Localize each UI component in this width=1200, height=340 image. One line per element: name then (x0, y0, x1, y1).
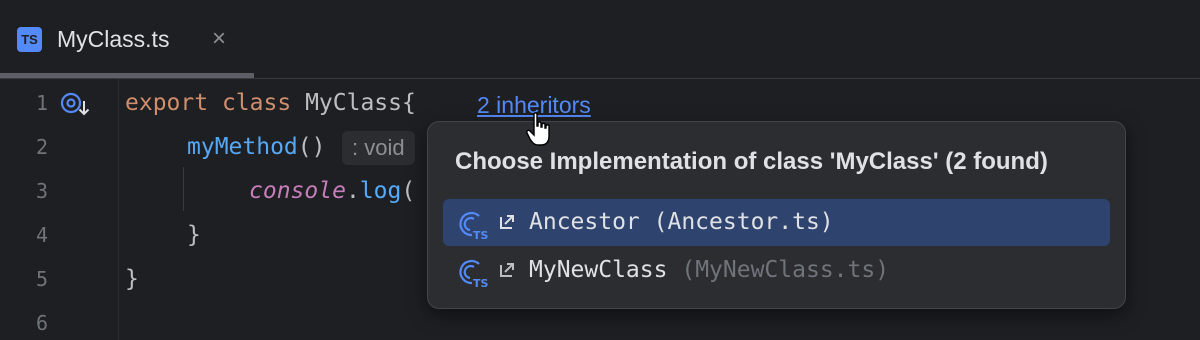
console-identifier: console (249, 178, 346, 204)
method-parens: () (297, 134, 326, 160)
indent-guide (183, 167, 184, 211)
type-hint: : void (342, 131, 415, 165)
implementation-file: (MyNewClass.ts) (681, 257, 890, 283)
line-number: 3 (35, 179, 48, 203)
paren: ( (401, 178, 416, 204)
typescript-file-icon: TS (17, 27, 42, 52)
code-line-3: console.log( (249, 176, 415, 206)
tab-title: MyClass.ts (57, 26, 170, 52)
code-line-4: } (187, 220, 201, 250)
implementation-name: Ancestor (Ancestor.ts) (529, 209, 834, 235)
keyword-export: export (125, 90, 209, 116)
line-number: 4 (35, 223, 48, 247)
implementation-file: (Ancestor.ts) (653, 209, 834, 235)
active-tab-indicator (0, 73, 254, 78)
ts-class-icon: TS (459, 211, 489, 240)
line-number: 6 (35, 311, 48, 335)
choose-implementation-popup: Choose Implementation of class 'MyClass'… (427, 121, 1126, 309)
line-number: 1 (35, 91, 48, 115)
dot: . (345, 178, 360, 204)
popup-title: Choose Implementation of class 'MyClass'… (455, 148, 1048, 175)
close-icon[interactable]: × (212, 24, 226, 54)
gutter-separator (118, 79, 119, 340)
method-name: myMethod (187, 134, 298, 160)
implementation-item-mynewclass[interactable]: TS MyNewClass (MyNewClass.ts) (443, 247, 1110, 294)
editor-tab-bar: TS MyClass.ts × (0, 0, 1200, 79)
code-line-5: } (125, 264, 139, 294)
svg-text:TS: TS (473, 229, 489, 240)
svg-text:TS: TS (473, 277, 489, 288)
line-number: 5 (35, 267, 48, 291)
arrow-up-right-icon (500, 263, 514, 277)
implementation-item-ancestor[interactable]: TS Ancestor (Ancestor.ts) (443, 199, 1110, 246)
class-name: MyClass{ (305, 90, 416, 116)
implementation-name: MyNewClass (MyNewClass.ts) (529, 257, 890, 283)
closing-brace: } (187, 222, 201, 248)
implemented-class-icon[interactable] (60, 91, 92, 119)
keyword-class: class (221, 90, 292, 116)
hand-pointer-cursor-icon (526, 112, 550, 146)
ts-class-icon: TS (459, 259, 489, 288)
code-line-2: myMethod() (187, 132, 325, 162)
log-method: log (359, 178, 402, 204)
closing-brace: } (125, 266, 139, 292)
line-number: 2 (35, 135, 48, 159)
tab-myclass-ts[interactable]: TS MyClass.ts × (0, 0, 254, 78)
code-line-1: export class MyClass{ (125, 88, 416, 118)
arrow-up-right-icon (500, 215, 514, 229)
